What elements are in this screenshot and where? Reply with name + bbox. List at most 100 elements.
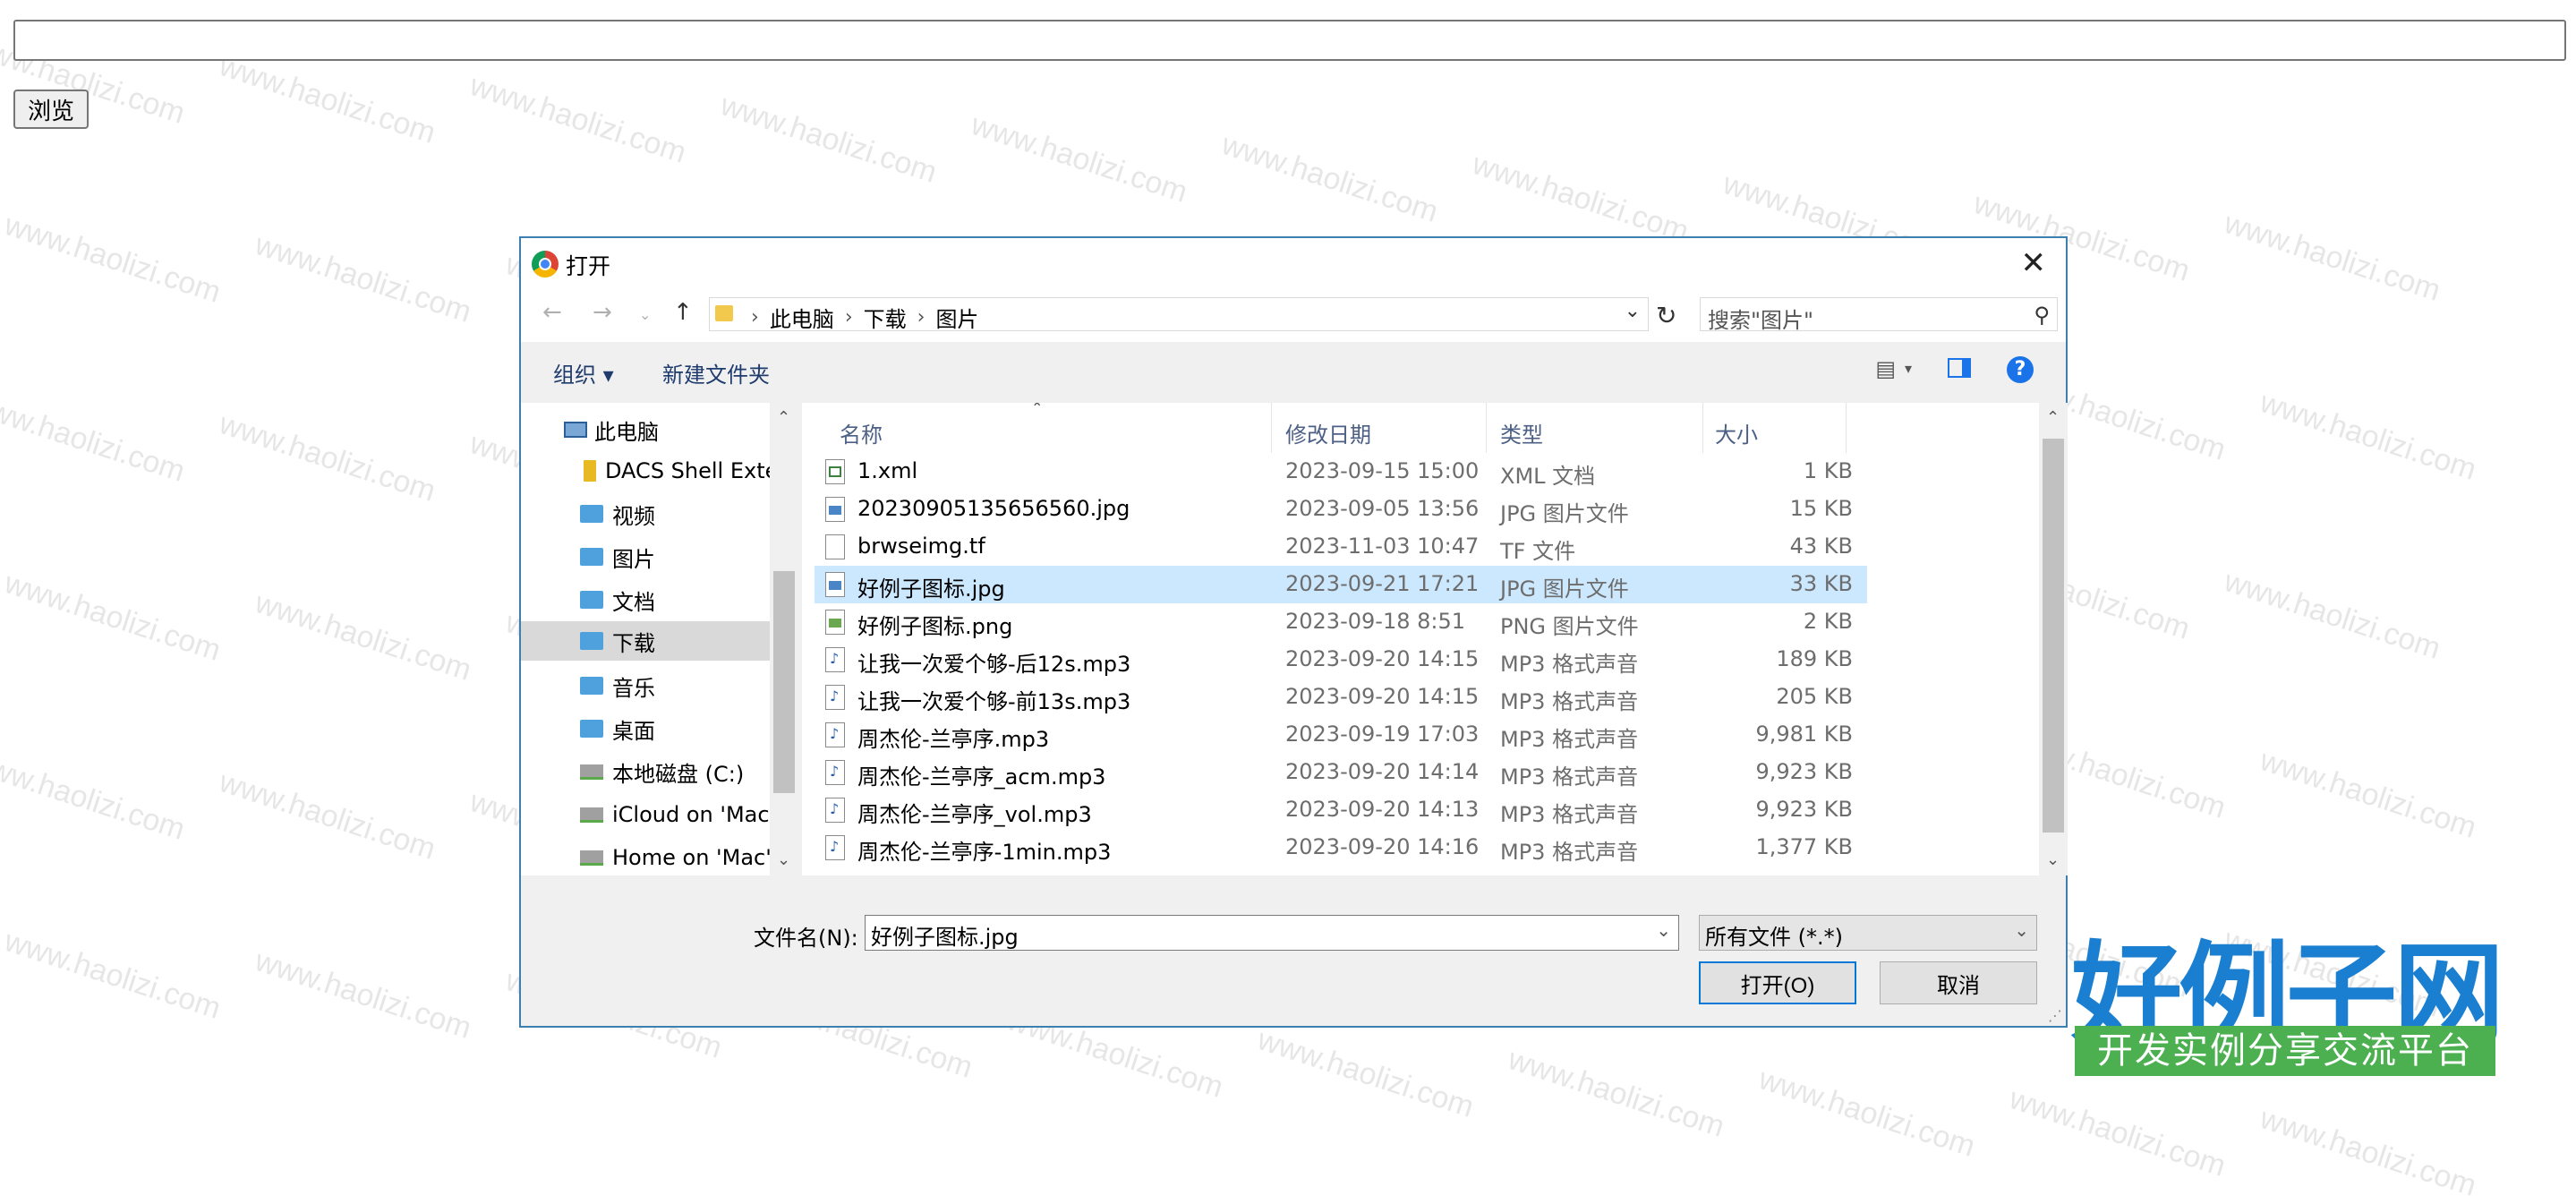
watermark-text: www.haolizi.com bbox=[465, 68, 691, 170]
search-input[interactable]: 搜索"图片" ⚲ bbox=[1700, 297, 2058, 333]
nav-item-pictures[interactable]: 图片 bbox=[580, 537, 655, 576]
file-size: 9,923 KB bbox=[1755, 759, 1853, 784]
nav-item-local-disk[interactable]: 本地磁盘 (C:) bbox=[580, 752, 744, 791]
nav-item-videos[interactable]: 视频 bbox=[580, 494, 655, 534]
watermark-text: www.haolizi.com bbox=[1754, 1062, 1980, 1164]
folder-icon bbox=[580, 720, 603, 738]
dialog-title: 打开 bbox=[566, 253, 611, 279]
nav-scrollbar[interactable]: ⌃ ⌄ bbox=[770, 403, 798, 875]
watermark-text: www.haolizi.com bbox=[1217, 127, 1443, 229]
file-name: 周杰伦-兰亭序-1min.mp3 bbox=[857, 840, 1112, 865]
file-type: MP3 格式声音 bbox=[1500, 652, 1639, 677]
scroll-down-icon[interactable]: ⌄ bbox=[2046, 850, 2060, 869]
file-row[interactable]: 好例子图标.png 2023-09-18 8:51 PNG 图片文件 2 KB bbox=[815, 603, 1867, 641]
watermark-text: www.haolizi.com bbox=[0, 745, 190, 847]
breadcrumb-item[interactable]: 图片 bbox=[935, 302, 978, 333]
recent-locations-chevron-icon[interactable]: ⌄ bbox=[639, 306, 651, 323]
refresh-icon[interactable]: ↻ bbox=[1656, 301, 1676, 330]
chrome-icon bbox=[532, 251, 559, 278]
png-file-icon bbox=[825, 610, 845, 635]
list-scrollbar[interactable]: ⌃ ⌄ bbox=[2039, 403, 2068, 875]
file-date: 2023-09-05 13:56 bbox=[1285, 496, 1480, 521]
cancel-button[interactable]: 取消 bbox=[1880, 961, 2037, 1004]
watermark-text: www.haolizi.com bbox=[0, 566, 226, 668]
scroll-down-icon[interactable]: ⌄ bbox=[777, 850, 790, 869]
img-file-icon bbox=[825, 572, 845, 597]
scroll-up-icon[interactable]: ⌃ bbox=[777, 408, 790, 427]
file-type: PNG 图片文件 bbox=[1500, 614, 1639, 639]
help-icon[interactable]: ? bbox=[2007, 356, 2034, 383]
file-name: 周杰伦-兰亭序_vol.mp3 bbox=[857, 802, 1092, 827]
nav-item-desktop[interactable]: 桌面 bbox=[580, 709, 655, 748]
file-date: 2023-09-18 8:51 bbox=[1285, 609, 1465, 634]
nav-item-downloads[interactable]: 下载 bbox=[521, 621, 770, 661]
column-size[interactable]: 大小 bbox=[1715, 417, 1758, 448]
chevron-down-icon[interactable]: ⌄ bbox=[1625, 300, 1641, 322]
file-row[interactable]: brwseimg.tf 2023-11-03 10:47 TF 文件 43 KB bbox=[815, 528, 1867, 566]
file-row[interactable]: 周杰伦-兰亭序_acm.mp3 2023-09-20 14:14 MP3 格式声音 9… bbox=[815, 754, 1867, 791]
list-scroll-thumb[interactable] bbox=[2043, 439, 2064, 833]
file-size: 2 KB bbox=[1803, 609, 1853, 634]
nav-item-dacs[interactable]: DACS Shell Exte bbox=[584, 451, 778, 491]
nav-item-this-pc[interactable]: 此电脑 bbox=[564, 410, 659, 449]
open-button[interactable]: 打开(O) bbox=[1699, 961, 1856, 1004]
watermark-text: www.haolizi.com bbox=[1468, 147, 1693, 249]
address-bar[interactable]: › 此电脑 › 下载 › 图片 ⌄ bbox=[709, 297, 1649, 333]
breadcrumb-item[interactable]: 下载 bbox=[864, 302, 907, 333]
file-type-select[interactable]: 所有文件 (*.*) ⌄ bbox=[1699, 915, 2037, 951]
file-row[interactable]: 周杰伦-兰亭序.mp3 2023-09-19 17:03 MP3 格式声音 9,981… bbox=[815, 716, 1867, 754]
new-folder-button[interactable]: 新建文件夹 bbox=[662, 357, 770, 389]
breadcrumb-item[interactable]: 此电脑 bbox=[770, 302, 834, 333]
nav-item-music[interactable]: 音乐 bbox=[580, 666, 655, 705]
view-dropdown-icon[interactable]: ▾ bbox=[1905, 360, 1912, 377]
nav-item-icloud[interactable]: iCloud on 'Mac' bbox=[580, 795, 775, 834]
watermark-text: www.haolizi.com bbox=[967, 107, 1192, 209]
column-type[interactable]: 类型 bbox=[1500, 417, 1543, 448]
file-name: 周杰伦-兰亭序.mp3 bbox=[857, 727, 1050, 752]
watermark-text: www.haolizi.com bbox=[1253, 1022, 1479, 1124]
file-row[interactable]: 周杰伦-兰亭序-1min.mp3 2023-09-20 14:16 MP3 格式声音… bbox=[815, 829, 1867, 867]
open-file-dialog: 打开 ✕ ← → ⌄ ↑ › 此电脑 › 下载 › 图片 ⌄ ↻ 搜索"图片" … bbox=[519, 236, 2068, 1028]
back-arrow-icon[interactable]: ← bbox=[542, 299, 562, 326]
preview-pane-icon[interactable] bbox=[1948, 358, 1971, 378]
nav-scroll-thumb[interactable] bbox=[773, 571, 795, 793]
close-icon[interactable]: ✕ bbox=[2021, 245, 2047, 281]
file-row[interactable]: 20230905135656560.jpg 2023-09-05 13:56 JPG… bbox=[815, 491, 1867, 528]
file-name: 1.xml bbox=[857, 458, 918, 483]
up-arrow-icon[interactable]: ↑ bbox=[673, 299, 693, 326]
nav-item-home[interactable]: Home on 'Mac' bbox=[580, 838, 772, 875]
scroll-up-icon[interactable]: ⌃ bbox=[2046, 408, 2060, 427]
file-row[interactable]: 让我一次爱个够-后12s.mp3 2023-09-20 14:15 MP3 格式声音… bbox=[815, 641, 1867, 679]
file-row[interactable]: 1.xml 2023-09-15 15:00 XML 文档 1 KB bbox=[815, 453, 1867, 491]
file-type: XML 文档 bbox=[1500, 464, 1596, 489]
forward-arrow-icon[interactable]: → bbox=[593, 299, 612, 326]
watermark-text: www.haolizi.com bbox=[215, 48, 440, 150]
chevron-down-icon[interactable]: ⌄ bbox=[1656, 919, 1671, 941]
watermark-text: www.haolizi.com bbox=[716, 88, 942, 190]
mp3-file-icon bbox=[825, 685, 845, 710]
folder-yellow-icon bbox=[584, 460, 596, 482]
file-date: 2023-09-20 14:14 bbox=[1285, 759, 1480, 784]
file-row[interactable]: 让我一次爱个够-前13s.mp3 2023-09-20 14:15 MP3 格式声音… bbox=[815, 679, 1867, 716]
file-row[interactable]: 好例子图标.jpg 2023-09-21 17:21 JPG 图片文件 33 KB bbox=[815, 566, 1867, 603]
file-row[interactable]: 周杰伦-兰亭序_vol.mp3 2023-09-20 14:13 MP3 格式声音 9… bbox=[815, 791, 1867, 829]
folder-icon bbox=[715, 305, 733, 321]
nav-item-documents[interactable]: 文档 bbox=[580, 580, 655, 619]
watermark-text: www.haolizi.com bbox=[251, 944, 476, 1046]
file-date: 2023-09-20 14:13 bbox=[1285, 797, 1480, 822]
file-name: 让我一次爱个够-前13s.mp3 bbox=[857, 689, 1131, 714]
file-date: 2023-11-03 10:47 bbox=[1285, 534, 1480, 559]
filename-input[interactable]: 好例子图标.jpg ⌄ bbox=[865, 915, 1679, 951]
site-logo: 好例子网 开发实例分享交流平台 bbox=[2068, 904, 2504, 1083]
column-name[interactable]: 名称 bbox=[840, 417, 883, 448]
blank-file-icon bbox=[825, 534, 845, 559]
file-size: 9,923 KB bbox=[1755, 797, 1853, 822]
view-options-icon[interactable]: ▤ bbox=[1875, 356, 1896, 381]
file-type: JPG 图片文件 bbox=[1500, 501, 1629, 526]
column-date[interactable]: 修改日期 bbox=[1285, 417, 1371, 448]
browse-button[interactable]: 浏览 bbox=[13, 90, 89, 129]
organize-menu[interactable]: 组织 ▾ bbox=[553, 357, 614, 389]
file-path-input[interactable] bbox=[13, 20, 2566, 61]
resize-grip-icon[interactable]: ⋰ bbox=[2048, 1007, 2062, 1024]
file-size: 15 KB bbox=[1789, 496, 1853, 521]
